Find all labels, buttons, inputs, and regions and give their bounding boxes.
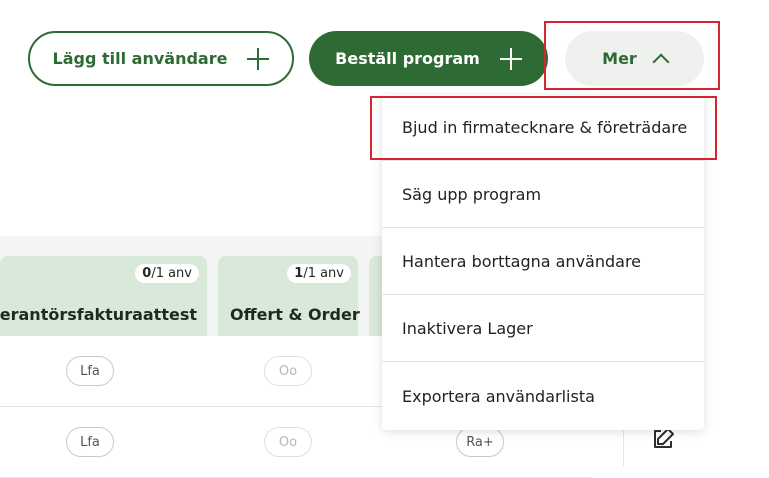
column-header: 0/1 anv everantörsfakturaattest xyxy=(0,256,207,336)
menu-item-manage-deleted-users[interactable]: Hantera borttagna användare xyxy=(382,229,704,295)
edit-icon[interactable] xyxy=(650,426,676,456)
add-user-button[interactable]: Lägg till användare xyxy=(28,31,294,86)
column-header: 1/1 anv Offert & Order xyxy=(218,256,360,336)
plus-icon xyxy=(247,47,270,70)
program-tag[interactable]: Oo xyxy=(264,427,312,457)
program-tag[interactable]: Lfa xyxy=(66,356,114,386)
add-user-label: Lägg till användare xyxy=(52,49,228,68)
highlight-more-button xyxy=(544,21,720,90)
order-program-label: Beställ program xyxy=(335,49,480,68)
column-title: Offert & Order xyxy=(230,305,360,324)
program-tag[interactable]: Oo xyxy=(264,356,312,386)
menu-item-export-user-list[interactable]: Exportera användarlista xyxy=(382,363,704,429)
column-title: everantörsfakturaattest xyxy=(0,305,197,324)
program-tag[interactable]: Ra+ xyxy=(456,427,504,457)
user-count-badge: 1/1 anv xyxy=(287,264,351,283)
user-count-badge: 0/1 anv xyxy=(135,264,199,283)
plus-icon xyxy=(499,47,522,70)
order-program-button[interactable]: Beställ program xyxy=(309,31,548,86)
program-tag[interactable]: Lfa xyxy=(66,427,114,457)
menu-item-deactivate-inventory[interactable]: Inaktivera Lager xyxy=(382,296,704,362)
menu-item-cancel-program[interactable]: Säg upp program xyxy=(382,162,704,228)
highlight-invite-item xyxy=(370,96,717,160)
